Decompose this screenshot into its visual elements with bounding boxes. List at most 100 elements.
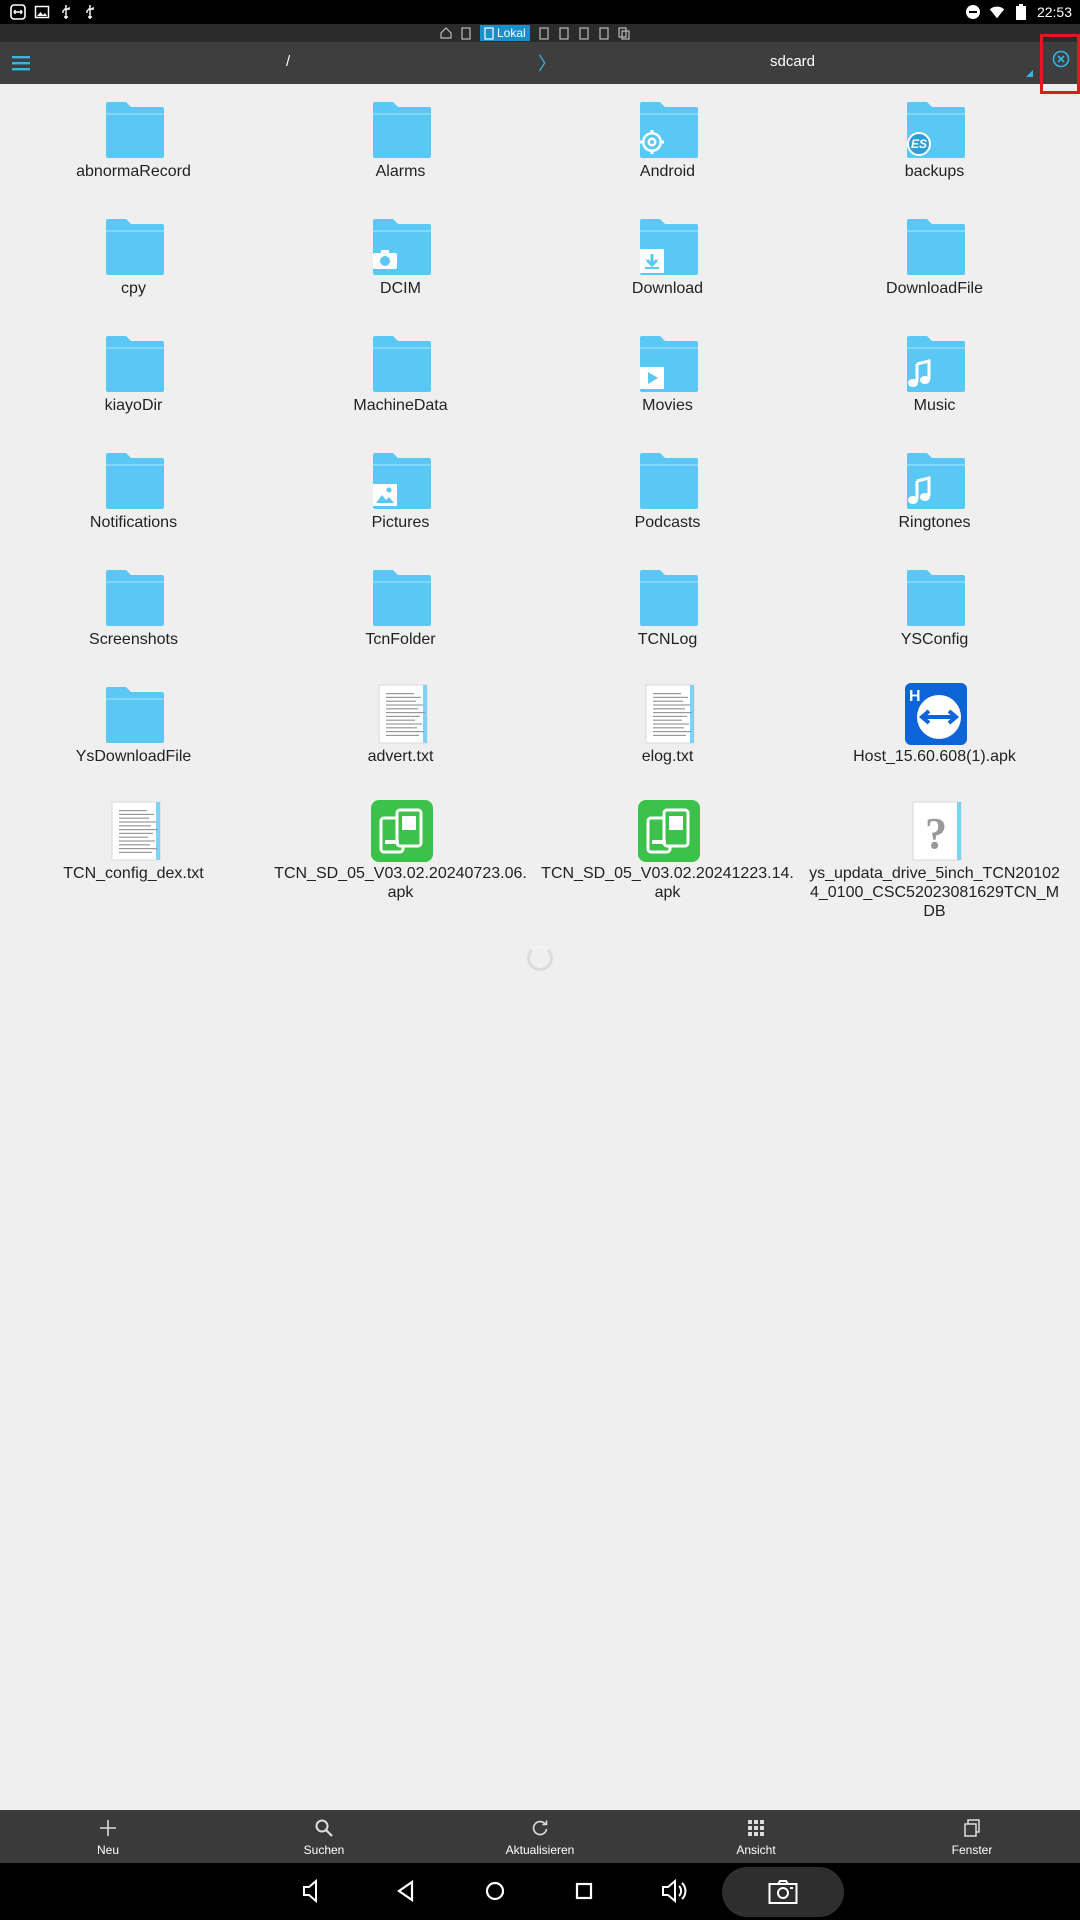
file-item[interactable]: TCN_config_dex.txt: [0, 792, 267, 909]
windows-icon: [962, 1818, 982, 1838]
folder-icon: [905, 566, 967, 628]
text-file-icon: [638, 683, 700, 745]
bottom-action-bar: Neu Suchen Aktualisieren Ansicht Fenster: [0, 1810, 1080, 1863]
view-button-label: Ansicht: [736, 1843, 776, 1857]
breadcrumb-current[interactable]: sdcard: [770, 53, 815, 70]
plus-icon: [98, 1818, 118, 1838]
folder-icon: [905, 215, 967, 277]
svg-text:?: ?: [925, 809, 947, 858]
svg-text:H: H: [909, 688, 921, 705]
window-tab-icon[interactable]: [558, 26, 570, 40]
folder-item[interactable]: Podcasts: [534, 441, 801, 558]
folder-video-icon: [638, 332, 700, 394]
volume-down-icon[interactable]: [300, 1877, 328, 1905]
recents-icon[interactable]: [570, 1877, 598, 1905]
wifi-icon: [989, 4, 1005, 20]
folder-picture-icon: [371, 449, 433, 511]
file-name-label: Android: [639, 163, 696, 180]
folder-icon: [104, 683, 166, 745]
menu-icon[interactable]: [10, 52, 32, 74]
file-item[interactable]: TCN_SD_05_V03.02.20241223.14.apk: [534, 792, 801, 909]
file-item[interactable]: H Host_15.60.608(1).apk: [801, 675, 1068, 792]
folder-item[interactable]: TCNLog: [534, 558, 801, 675]
file-name-label: cpy: [121, 280, 146, 297]
toolbar: / 〉 sdcard: [0, 42, 1080, 84]
folder-item[interactable]: Download: [534, 207, 801, 324]
folder-item[interactable]: Screenshots: [0, 558, 267, 675]
svg-text:ES: ES: [911, 137, 927, 151]
do-not-disturb-icon: [965, 4, 981, 20]
window-tab-icon[interactable]: [578, 26, 590, 40]
folder-download-icon: [638, 215, 700, 277]
file-item[interactable]: TCN_SD_05_V03.02.20240723.06.apk: [267, 792, 534, 909]
folder-item[interactable]: TcnFolder: [267, 558, 534, 675]
back-icon[interactable]: [392, 1877, 420, 1905]
breadcrumb-root[interactable]: /: [286, 53, 290, 70]
window-tab-icon[interactable]: [598, 26, 610, 40]
new-button-label: Neu: [96, 1843, 119, 1857]
close-icon: [1052, 50, 1070, 68]
folder-item[interactable]: Pictures: [267, 441, 534, 558]
folder-item[interactable]: Notifications: [0, 441, 267, 558]
close-window-button[interactable]: [1040, 34, 1080, 94]
window-tab-active[interactable]: Lokal: [480, 25, 530, 41]
loading-spinner: [527, 945, 553, 971]
file-name-label: MachineData: [353, 397, 448, 414]
folder-item[interactable]: cpy: [0, 207, 267, 324]
file-name-label: Pictures: [371, 514, 430, 531]
file-item[interactable]: advert.txt: [267, 675, 534, 792]
refresh-button[interactable]: Aktualisieren: [480, 1810, 600, 1863]
volume-up-icon[interactable]: [660, 1877, 688, 1905]
usb-icon: [82, 4, 98, 20]
file-item[interactable]: ? ys_updata_drive_5inch_TCN201024_0100_CS…: [801, 792, 1068, 920]
file-name-label: Music: [913, 397, 956, 414]
folder-camera-icon: [371, 215, 433, 277]
window-tab-icon[interactable]: [460, 26, 472, 40]
folder-item[interactable]: Alarms: [267, 90, 534, 207]
grid-view-icon: [746, 1818, 766, 1838]
folder-item[interactable]: DCIM: [267, 207, 534, 324]
search-button[interactable]: Suchen: [264, 1810, 384, 1863]
folder-item[interactable]: kiayoDir: [0, 324, 267, 441]
file-item[interactable]: elog.txt: [534, 675, 801, 792]
folder-item[interactable]: abnormaRecord: [0, 90, 267, 207]
breadcrumb-separator: 〉: [538, 54, 556, 74]
new-button[interactable]: Neu: [48, 1810, 168, 1863]
window-tab-icon[interactable]: [538, 26, 550, 40]
file-name-label: advert.txt: [367, 748, 434, 765]
windows-button[interactable]: Fenster: [912, 1810, 1032, 1863]
apk-icon: [371, 800, 433, 862]
folder-item[interactable]: Music: [801, 324, 1068, 441]
folder-item[interactable]: Ringtones: [801, 441, 1068, 558]
camera-icon: [768, 1878, 798, 1906]
file-name-label: TCN_SD_05_V03.02.20241223.14.apk: [541, 865, 794, 901]
screenshot-button[interactable]: [722, 1867, 844, 1917]
unknown-file-icon: ?: [905, 800, 967, 862]
folder-settings-icon: [638, 98, 700, 160]
search-button-label: Suchen: [303, 1843, 345, 1857]
folder-es-icon: ES: [905, 98, 967, 160]
file-name-label: TcnFolder: [365, 631, 436, 648]
home-icon[interactable]: [481, 1877, 509, 1905]
folder-item[interactable]: MachineData: [267, 324, 534, 441]
folder-item[interactable]: ES backups: [801, 90, 1068, 207]
home-window-icon[interactable]: [440, 26, 452, 40]
folder-icon: [371, 98, 433, 160]
folder-item[interactable]: YSConfig: [801, 558, 1068, 675]
file-name-label: Screenshots: [89, 631, 178, 648]
view-button[interactable]: Ansicht: [696, 1810, 816, 1863]
image-icon: [34, 4, 50, 20]
folder-item[interactable]: DownloadFile: [801, 207, 1068, 324]
window-tab-icon[interactable]: [618, 26, 630, 40]
file-name-label: Movies: [642, 397, 693, 414]
folder-item[interactable]: YsDownloadFile: [0, 675, 267, 792]
text-file-icon: [371, 683, 433, 745]
folder-icon: [638, 449, 700, 511]
folder-item[interactable]: Android: [534, 90, 801, 207]
folder-icon: [104, 215, 166, 277]
path-dropdown-indicator: [1026, 70, 1033, 77]
file-name-label: TCN_SD_05_V03.02.20240723.06.apk: [274, 865, 527, 901]
folder-item[interactable]: Movies: [534, 324, 801, 441]
text-file-icon: [104, 800, 166, 862]
file-name-label: abnormaRecord: [76, 163, 191, 180]
